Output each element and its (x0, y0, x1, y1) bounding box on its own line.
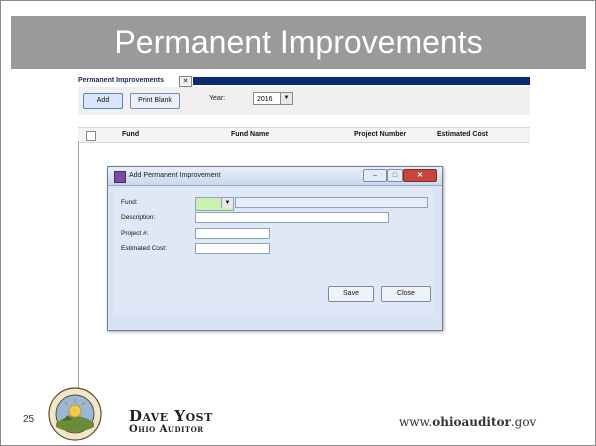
select-all-checkbox[interactable] (86, 131, 96, 141)
year-select[interactable]: 2016 ▼ (253, 92, 293, 105)
website-prefix: www. (399, 415, 433, 429)
fund-select[interactable]: ▼ (195, 197, 234, 211)
website-suffix: .gov (510, 415, 537, 429)
project-number-label: Project #: (121, 230, 149, 237)
year-label: Year: (209, 95, 226, 102)
app-icon (114, 171, 126, 183)
maximize-icon[interactable]: □ (387, 169, 403, 182)
tab-strip-bar (193, 77, 530, 85)
column-header-fund-name[interactable]: Fund Name (231, 128, 269, 142)
grid-header: Fund Fund Name Project Number Estimated … (78, 127, 530, 143)
fund-name-display (235, 197, 428, 208)
auditor-office: Ohio Auditor (129, 424, 204, 435)
tab-close-icon[interactable]: ✕ (179, 76, 192, 87)
website-domain: ohioauditor (432, 415, 511, 429)
close-button[interactable]: Close (381, 286, 431, 302)
description-field[interactable] (195, 212, 389, 223)
slide-footer: 25 Dave Yost Ohio Auditor www.ohioaudito… (1, 387, 595, 445)
estimated-cost-field[interactable] (195, 243, 270, 254)
auditor-name: Dave Yost (129, 407, 213, 425)
description-label: Description: (121, 214, 156, 221)
slide-frame: Permanent Improvements Permanent Improve… (0, 0, 596, 446)
close-icon[interactable]: ✕ (403, 169, 437, 182)
website-link[interactable]: www.ohioauditor.gov (399, 415, 536, 429)
tab-permanent-improvements[interactable]: Permanent Improvements (78, 75, 164, 87)
dialog-body: Fund: ▼ Description: Project #: Estimate… (114, 188, 434, 316)
chevron-down-icon[interactable]: ▼ (280, 93, 292, 104)
slide-number: 25 (23, 414, 35, 425)
column-header-fund[interactable]: Fund (122, 128, 139, 142)
dialog-title-bar[interactable]: Add Permanent Improvement – □ ✕ (108, 167, 442, 186)
save-button[interactable]: Save (328, 286, 374, 302)
add-button[interactable]: Add (83, 93, 123, 109)
auditor-seal-icon (48, 387, 102, 441)
add-permanent-improvement-dialog: Add Permanent Improvement – □ ✕ Fund: ▼ … (107, 166, 443, 331)
fund-label: Fund: (121, 199, 138, 206)
print-blank-button[interactable]: Print Blank (130, 93, 180, 109)
dialog-title: Add Permanent Improvement (129, 172, 221, 179)
estimated-cost-label: Estimated Cost: (121, 245, 167, 252)
year-value: 2016 (257, 96, 273, 103)
project-number-field[interactable] (195, 228, 270, 239)
column-header-project-number[interactable]: Project Number (354, 128, 406, 142)
minimize-icon[interactable]: – (363, 169, 387, 182)
column-header-estimated-cost[interactable]: Estimated Cost (437, 128, 488, 142)
document-tab-strip: Permanent Improvements ✕ (78, 75, 530, 87)
grid-left-border (78, 141, 79, 397)
chevron-down-icon[interactable]: ▼ (221, 198, 233, 208)
toolbar: Add Print Blank Year: 2016 ▼ (78, 87, 530, 115)
slide-title: Permanent Improvements (11, 16, 586, 69)
